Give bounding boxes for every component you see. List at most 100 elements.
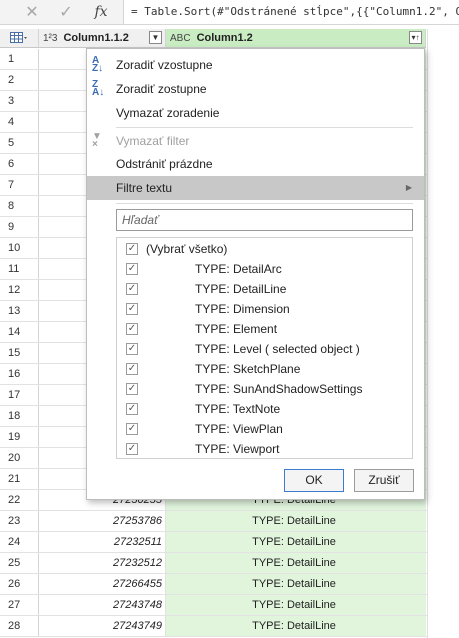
row-number[interactable]: 6 [0, 154, 39, 174]
filter-value-item[interactable]: ✓ TYPE: SunAndShadowSettings [117, 379, 412, 399]
row-number[interactable]: 23 [0, 511, 39, 531]
table-row[interactable]: 25 27232512 TYPE: DetailLine [0, 553, 427, 574]
checkbox-checked[interactable]: ✓ [126, 363, 138, 375]
column-header-label: Column1.1.2 [63, 32, 129, 44]
filter-value-label: TYPE: DetailArc [195, 262, 282, 276]
column-filter-button[interactable]: ▼ [149, 31, 162, 44]
table-row[interactable]: 27 27243748 TYPE: DetailLine [0, 595, 427, 616]
menu-item-label: Vymazať filter [116, 134, 190, 148]
row-number[interactable]: 19 [0, 427, 39, 447]
formula-input[interactable]: = Table.Sort(#"Odstránené stĺpce",{{"Col… [123, 0, 459, 24]
row-number[interactable]: 8 [0, 196, 39, 216]
row-number[interactable]: 24 [0, 532, 39, 552]
filter-value-label: TYPE: ViewPlan [195, 422, 283, 436]
cell-id[interactable]: 27232511 [39, 532, 166, 552]
row-number[interactable]: 21 [0, 469, 39, 489]
fx-icon[interactable]: fx [86, 0, 116, 24]
cell-type[interactable]: TYPE: DetailLine [166, 616, 426, 636]
filter-value-item[interactable]: ✓ TYPE: Dimension [117, 299, 412, 319]
row-number[interactable]: 3 [0, 91, 39, 111]
checkbox-checked[interactable]: ✓ [126, 403, 138, 415]
column-header-column1-1-2[interactable]: 1²3 Column1.1.2 ▼ [39, 29, 166, 48]
checkbox-checked[interactable]: ✓ [126, 263, 138, 275]
column-header-column1-2[interactable]: ABC Column1.2 ▾↑ [166, 29, 426, 48]
filter-value-item[interactable]: ✓ TYPE: TextNote [117, 399, 412, 419]
row-number[interactable]: 27 [0, 595, 39, 615]
cell-id[interactable]: 27253786 [39, 511, 166, 531]
row-number[interactable]: 4 [0, 112, 39, 132]
checkbox-checked[interactable]: ✓ [126, 423, 138, 435]
cell-type[interactable]: TYPE: DetailLine [166, 532, 426, 552]
checkbox-checked[interactable]: ✓ [126, 303, 138, 315]
cancel-formula-button[interactable]: ✕ [18, 0, 46, 24]
row-number[interactable]: 12 [0, 280, 39, 300]
table-row[interactable]: 26 27266455 TYPE: DetailLine [0, 574, 427, 595]
row-number[interactable]: 2 [0, 70, 39, 90]
cell-type[interactable]: TYPE: DetailLine [166, 595, 426, 615]
row-number[interactable]: 13 [0, 301, 39, 321]
row-number[interactable]: 17 [0, 385, 39, 405]
cell-id[interactable]: 27266455 [39, 574, 166, 594]
sort-descending-item[interactable]: Z A↓ Zoradiť zostupne [87, 77, 424, 101]
filter-value-item[interactable]: ✓ TYPE: Viewport [117, 439, 412, 458]
filter-value-item[interactable]: ✓ TYPE: DetailLine [117, 279, 412, 299]
sort-ascending-item[interactable]: A Z↓ Zoradiť vzostupne [87, 53, 424, 77]
row-number[interactable]: 7 [0, 175, 39, 195]
filter-values-list[interactable]: ✓ (Vybrať všetko) ✓ TYPE: DetailArc ✓ TYPE:… [116, 237, 413, 459]
row-number[interactable]: 20 [0, 448, 39, 468]
search-input[interactable]: Hľadať [116, 209, 413, 231]
checkbox-checked[interactable]: ✓ [126, 343, 138, 355]
row-number[interactable]: 15 [0, 343, 39, 363]
row-number[interactable]: 25 [0, 553, 39, 573]
confirm-formula-button[interactable]: ✓ [52, 0, 80, 24]
filter-value-item[interactable]: ✓ TYPE: SketchPlane [117, 359, 412, 379]
filter-value-item[interactable]: ✓ TYPE: Level ( selected object ) [117, 339, 412, 359]
text-type-icon[interactable]: ABC [170, 33, 191, 44]
row-number[interactable]: 5 [0, 133, 39, 153]
cell-type-text: TYPE: DetailLine [252, 620, 336, 632]
clear-filter-item[interactable]: ▼ × Vymazať filter [87, 129, 424, 153]
row-number[interactable]: 9 [0, 217, 39, 237]
column-sort-filter-button[interactable]: ▾↑ [409, 31, 422, 44]
filter-value-item[interactable]: ✓ TYPE: Element [117, 319, 412, 339]
checkbox-checked[interactable]: ✓ [126, 443, 138, 455]
filter-value-label: TYPE: Element [195, 322, 278, 336]
cell-id[interactable]: 27232512 [39, 553, 166, 573]
filter-value-label: TYPE: Dimension [195, 302, 290, 316]
row-number[interactable]: 22 [0, 490, 39, 510]
table-row[interactable]: 28 27243749 TYPE: DetailLine [0, 616, 427, 637]
cell-id[interactable]: 27243748 [39, 595, 166, 615]
menu-item-label: Filtre textu [116, 181, 173, 195]
table-row[interactable]: 23 27253786 TYPE: DetailLine [0, 511, 427, 532]
cell-type[interactable]: TYPE: DetailLine [166, 574, 426, 594]
ok-button[interactable]: OK [284, 469, 344, 492]
cancel-button[interactable]: Zrušiť [354, 469, 414, 492]
row-number[interactable]: 16 [0, 364, 39, 384]
checkbox-checked[interactable]: ✓ [126, 283, 138, 295]
remove-empty-item[interactable]: Odstrániť prázdne [87, 152, 424, 176]
cell-id[interactable]: 27243749 [39, 616, 166, 636]
checkbox-checked[interactable]: ✓ [126, 243, 138, 255]
row-number[interactable]: 1 [0, 49, 39, 69]
cell-type[interactable]: TYPE: DetailLine [166, 553, 426, 573]
cell-type[interactable]: TYPE: DetailLine [166, 511, 426, 531]
row-number[interactable]: 28 [0, 616, 39, 636]
clear-sort-item[interactable]: Vymazať zoradenie [87, 101, 424, 125]
row-number[interactable]: 14 [0, 322, 39, 342]
checkbox-checked[interactable]: ✓ [126, 383, 138, 395]
row-number[interactable]: 18 [0, 406, 39, 426]
filter-value-item[interactable]: ✓ TYPE: DetailArc [117, 259, 412, 279]
select-all-item[interactable]: ✓ (Vybrať všetko) [117, 239, 412, 259]
row-number[interactable]: 11 [0, 259, 39, 279]
row-number[interactable]: 26 [0, 574, 39, 594]
formula-bar: ✕ ✓ fx = Table.Sort(#"Odstránené stĺpce"… [0, 0, 459, 25]
filter-value-item[interactable]: ✓ TYPE: ViewPlan [117, 419, 412, 439]
checkbox-checked[interactable]: ✓ [126, 323, 138, 335]
text-filters-item[interactable]: Filtre textu ▶ [87, 176, 424, 200]
row-number[interactable]: 10 [0, 238, 39, 258]
clear-filter-icon: ▼ × [92, 131, 102, 150]
filter-dropdown-menu: A Z↓ Zoradiť vzostupne Z A↓ Zoradiť zostup… [86, 48, 425, 500]
number-type-icon[interactable]: 1²3 [43, 33, 57, 44]
table-menu-button[interactable] [0, 29, 39, 48]
table-row[interactable]: 24 27232511 TYPE: DetailLine [0, 532, 427, 553]
